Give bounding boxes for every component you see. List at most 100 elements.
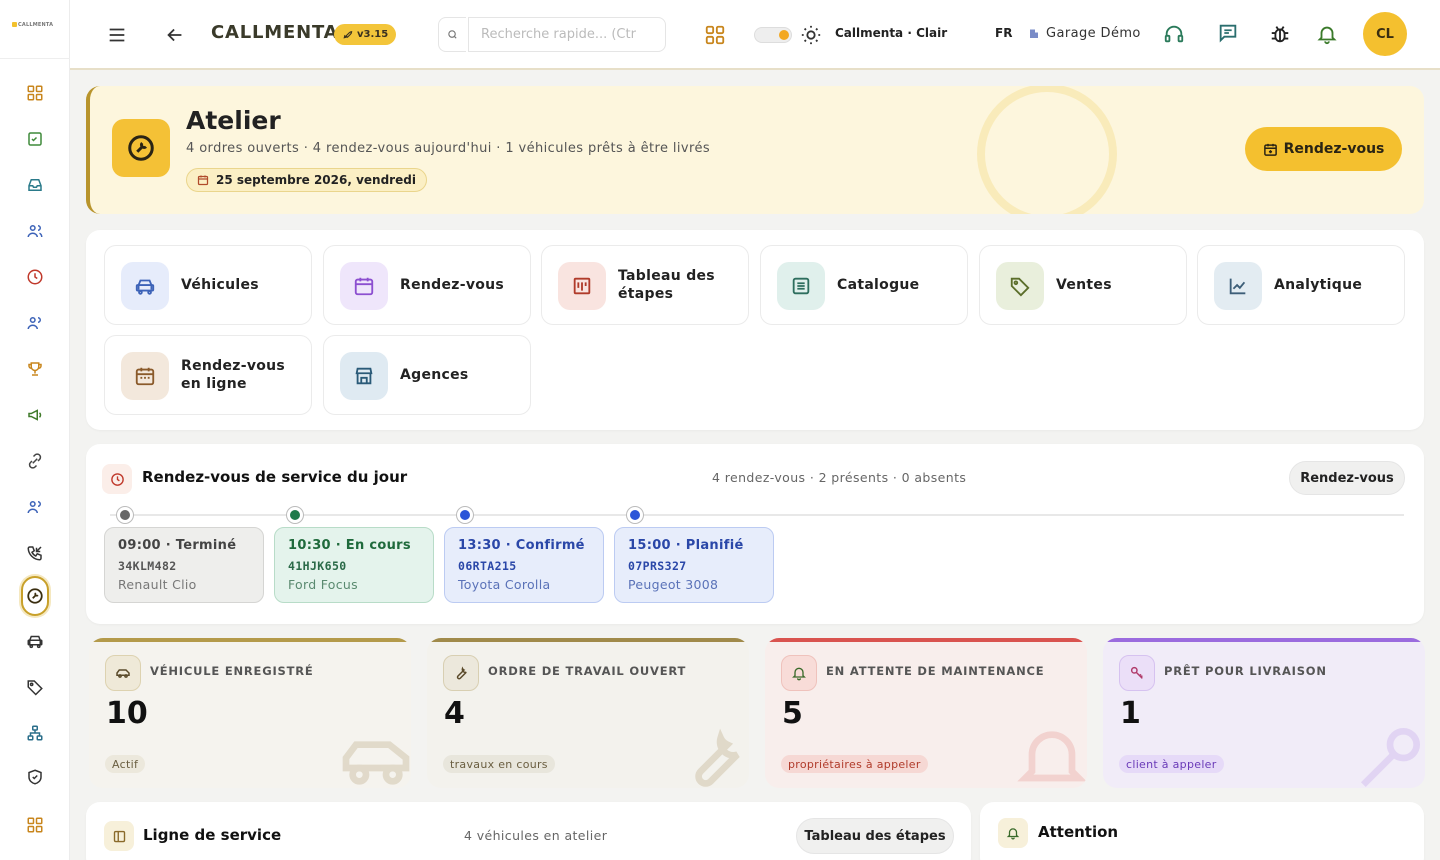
appointment-header: 09:00 · Terminé [118, 538, 237, 553]
logo-text: CALLMENTA [18, 22, 54, 28]
appointment-header: 13:30 · Confirmé [458, 538, 585, 553]
notifications-button[interactable] [1316, 23, 1338, 45]
back-button[interactable] [164, 24, 186, 46]
apps-grid-icon [27, 817, 43, 833]
kpi-label: PRÊT POUR LIVRAISON [1164, 664, 1327, 678]
appointment-header: 15:00 · Planifié [628, 538, 744, 553]
attention-panel: Attention [980, 802, 1424, 860]
workshop-hero: Atelier 4 ordres ouverts · 4 rendez-vous… [86, 86, 1424, 214]
wrench-icon [443, 655, 479, 691]
search-input[interactable]: Recherche rapide... (Ctr [468, 17, 666, 52]
sidebar-item-team[interactable] [22, 494, 48, 520]
quick-link-label: Agences [400, 367, 469, 383]
quick-link-label: Rendez-vous en ligne [181, 358, 286, 392]
date-text: 25 septembre 2026, vendredi [216, 173, 416, 187]
quick-link-stage-board[interactable]: Tableau des étapes [541, 245, 749, 325]
sidebar-logo[interactable]: CALLMENTA [12, 22, 53, 28]
theme-label[interactable]: Callmenta · Clair [835, 26, 947, 40]
timeline-dot-confirmed [457, 507, 473, 523]
kpi-card-work-orders[interactable]: ORDRE DE TRAVAIL OUVERT 4 travaux en cou… [427, 638, 749, 788]
bell-icon [1317, 26, 1337, 45]
page-title: Atelier [186, 106, 281, 135]
list-icon [777, 262, 825, 310]
topbar: CALLMENTA v3.15 Recherche rapide... (Ctr… [70, 0, 1440, 70]
sidebar-item-organization[interactable] [22, 720, 48, 746]
inbox-icon [28, 179, 42, 191]
quick-link-catalog[interactable]: Catalogue [760, 245, 968, 325]
quick-link-label: Analytique [1274, 277, 1363, 293]
sidebar-item-workshop[interactable] [21, 576, 49, 616]
garage-name: Garage Démo [1046, 26, 1141, 41]
customers-icon [27, 317, 41, 330]
hierarchy-icon [27, 725, 43, 741]
sidebar: CALLMENTA [0, 0, 70, 860]
appointment-card[interactable]: 10:30 · En cours 41HJK650 Ford Focus [274, 527, 434, 603]
timeline-dot-planned [627, 507, 643, 523]
team-icon [27, 501, 41, 514]
appointment-card[interactable]: 15:00 · Planifié 07PRS327 Peugeot 3008 [614, 527, 774, 603]
headset-icon [1164, 25, 1184, 43]
appointments-panel: Rendez-vous de service du jour 4 rendez-… [86, 444, 1424, 624]
quick-link-sales[interactable]: Ventes [979, 245, 1187, 325]
sidebar-item-sales[interactable] [22, 674, 48, 700]
apps-icon [705, 25, 725, 45]
kpi-card-vehicles[interactable]: VÉHICULE ENREGISTRÉ 10 Actif [89, 638, 411, 788]
version-text: v3.15 [357, 29, 389, 40]
theme-toggle[interactable] [754, 27, 792, 43]
quick-link-online-appointments[interactable]: Rendez-vous en ligne [104, 335, 312, 415]
stage-board-button[interactable]: Tableau des étapes [796, 818, 954, 854]
garage-selector[interactable]: Garage Démo [1028, 26, 1141, 41]
language-selector[interactable]: FR [995, 26, 1012, 40]
key-watermark-icon [1360, 728, 1420, 788]
sidebar-item-inbox[interactable] [22, 172, 48, 198]
clock-icon [102, 464, 132, 494]
timeline-line [110, 514, 1404, 516]
quick-link-agencies[interactable]: Agences [323, 335, 531, 415]
sidebar-item-contacts[interactable] [22, 218, 48, 244]
chat-icon [1219, 24, 1237, 43]
appointment-plate: 07PRS327 [628, 559, 687, 573]
quick-link-appointments[interactable]: Rendez-vous [323, 245, 531, 325]
search-button[interactable] [438, 17, 466, 52]
avatar[interactable]: CL [1363, 12, 1407, 56]
hamburger-icon [109, 28, 125, 42]
sidebar-item-vehicles[interactable] [22, 628, 48, 654]
quick-link-label: Tableau des étapes [618, 268, 715, 302]
sidebar-item-dashboard[interactable] [22, 80, 48, 106]
sidebar-item-campaigns[interactable] [22, 402, 48, 428]
menu-button[interactable] [106, 24, 128, 46]
calendar-icon [340, 262, 388, 310]
appointments-button[interactable]: Rendez-vous [1245, 127, 1402, 171]
messages-button[interactable] [1217, 22, 1239, 44]
sidebar-item-history[interactable] [22, 264, 48, 290]
appointment-card[interactable]: 09:00 · Terminé 34KLM482 Renault Clio [104, 527, 264, 603]
car-watermark-icon [342, 741, 410, 785]
sidebar-divider [0, 58, 70, 59]
kpi-card-ready-delivery[interactable]: PRÊT POUR LIVRAISON 1 client à appeler [1103, 638, 1425, 788]
kpi-card-maintenance[interactable]: EN ATTENTE DE MAINTENANCE 5 propriétaire… [765, 638, 1087, 788]
bug-report-button[interactable] [1269, 23, 1291, 45]
sidebar-item-tasks[interactable] [22, 126, 48, 152]
service-line-panel: Ligne de service 4 véhicules en atelier … [86, 802, 971, 860]
appointment-plate: 41HJK650 [288, 559, 347, 573]
sidebar-item-rewards[interactable] [22, 356, 48, 382]
wrench-watermark-icon [695, 728, 740, 787]
search-icon [448, 30, 457, 39]
service-line-stats: 4 véhicules en atelier [464, 828, 608, 843]
appointment-card[interactable]: 13:30 · Confirmé 06RTA215 Toyota Corolla [444, 527, 604, 603]
brand-title: CALLMENTA [211, 22, 339, 43]
sidebar-item-customers[interactable] [22, 310, 48, 336]
bug-icon [1271, 26, 1289, 43]
kpi-tag: Actif [105, 755, 146, 773]
workshop-icon [112, 119, 170, 177]
sidebar-item-security[interactable] [22, 764, 48, 790]
support-button[interactable] [1163, 23, 1185, 45]
apps-button[interactable] [704, 24, 726, 46]
quick-link-analytics[interactable]: Analytique [1197, 245, 1405, 325]
appointments-panel-button[interactable]: Rendez-vous [1289, 461, 1405, 495]
quick-link-vehicles[interactable]: Véhicules [104, 245, 312, 325]
sidebar-item-integrations[interactable] [22, 448, 48, 474]
sidebar-item-calls[interactable] [22, 540, 48, 566]
attention-title: Attention [1038, 823, 1119, 841]
sidebar-item-apps[interactable] [22, 812, 48, 838]
